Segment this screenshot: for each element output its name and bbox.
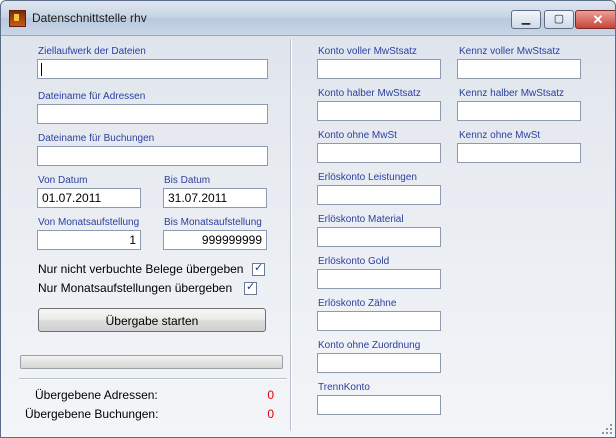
konto-halb-input[interactable] [317, 101, 441, 121]
von-datum-input[interactable]: 01.07.2011 [37, 188, 141, 208]
minimize-button[interactable]: ▁ [511, 10, 541, 29]
erloes-material-input[interactable] [317, 227, 441, 247]
ziellaufwerk-input[interactable] [37, 59, 268, 79]
adressen-count: 0 [267, 388, 274, 402]
kennz-voll-label: Kennz voller MwStsatz [459, 46, 561, 57]
window-title: Datenschnittstelle rhv [32, 11, 147, 25]
erloes-zaehne-label: Erlöskonto Zähne [318, 298, 397, 309]
minimize-icon: ▁ [521, 13, 531, 25]
trennkonto-input[interactable] [317, 395, 441, 415]
app-icon [9, 10, 26, 27]
von-datum-label: Von Datum [38, 175, 88, 186]
buchungen-count: 0 [267, 407, 274, 421]
bis-monat-value: 999999999 [201, 233, 262, 247]
konto-ohne-zuordnung-input[interactable] [317, 353, 441, 373]
maximize-icon: ▢ [553, 13, 565, 25]
kennz-halb-label: Kennz halber MwStsatz [459, 88, 565, 99]
checkmark-icon: ✓ [254, 262, 264, 274]
von-monat-input[interactable]: 1 [37, 230, 141, 250]
title-bar[interactable]: Datenschnittstelle rhv ▁ ▢ ✕ [1, 1, 615, 36]
bis-monat-input[interactable]: 999999999 [163, 230, 267, 250]
bis-monat-label: Bis Monatsaufstellung [164, 217, 262, 228]
bis-datum-input[interactable]: 31.07.2011 [163, 188, 267, 208]
belege-checkbox[interactable]: ✓ [252, 262, 265, 276]
konto-voll-label: Konto voller MwStsatz [318, 46, 417, 57]
checkmark-icon: ✓ [246, 281, 256, 293]
bis-datum-value: 31.07.2011 [168, 191, 228, 205]
konto-voll-input[interactable] [317, 59, 441, 79]
erloes-gold-input[interactable] [317, 269, 441, 289]
buchungen-label: Dateiname für Buchungen [38, 133, 155, 144]
kennz-ohne-label: Kennz ohne MwSt [459, 130, 541, 141]
ziellaufwerk-label: Ziellaufwerk der Dateien [38, 46, 146, 57]
von-monat-label: Von Monatsaufstellung [38, 217, 140, 228]
resize-grip-icon[interactable] [600, 422, 612, 434]
erloes-leistungen-input[interactable] [317, 185, 441, 205]
trennkonto-label: TrennKonto [318, 382, 370, 393]
erloes-gold-label: Erlöskonto Gold [318, 256, 390, 267]
progress-bar [20, 355, 283, 369]
adressen-label: Dateiname für Adressen [38, 91, 146, 102]
buchungen-input[interactable] [37, 146, 268, 166]
adressen-count-label: Übergebene Adressen: [35, 388, 158, 402]
window: Datenschnittstelle rhv ▁ ▢ ✕ Ziellaufwer… [0, 0, 616, 438]
erloes-material-label: Erlöskonto Material [318, 214, 404, 225]
close-icon: ✕ [592, 12, 604, 27]
monat-checkbox[interactable]: ✓ [244, 281, 257, 295]
adressen-input[interactable] [37, 104, 268, 124]
horizontal-divider [19, 378, 287, 380]
close-button[interactable]: ✕ [575, 10, 615, 29]
von-datum-value: 01.07.2011 [42, 191, 102, 205]
start-transfer-button[interactable]: Übergabe starten [38, 308, 266, 332]
konto-ohne-zuordnung-label: Konto ohne Zuordnung [318, 340, 421, 351]
konto-ohne-label: Konto ohne MwSt [318, 130, 397, 141]
buchungen-count-label: Übergebene Buchungen: [25, 407, 159, 421]
maximize-button[interactable]: ▢ [544, 10, 574, 29]
bis-datum-label: Bis Datum [164, 175, 211, 186]
belege-checkbox-label: Nur nicht verbuchte Belege übergeben [38, 262, 244, 276]
erloes-leistungen-label: Erlöskonto Leistungen [318, 172, 417, 183]
erloes-zaehne-input[interactable] [317, 311, 441, 331]
kennz-ohne-input[interactable] [457, 143, 581, 163]
konto-halb-label: Konto halber MwStsatz [318, 88, 421, 99]
monat-checkbox-label: Nur Monatsaufstellungen übergeben [38, 281, 233, 295]
konto-ohne-input[interactable] [317, 143, 441, 163]
text-caret [41, 63, 42, 76]
kennz-halb-input[interactable] [457, 101, 581, 121]
vertical-divider [290, 39, 292, 431]
von-monat-value: 1 [129, 233, 136, 247]
kennz-voll-input[interactable] [457, 59, 581, 79]
